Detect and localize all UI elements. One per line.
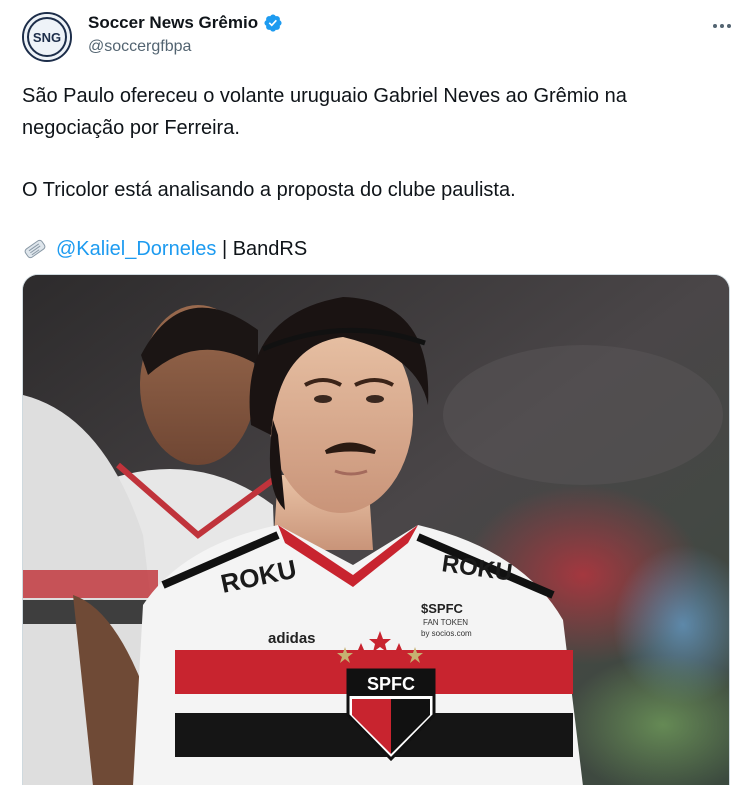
tweet-credit: @Kaliel_Dorneles | BandRS [22, 233, 722, 265]
author-display-name[interactable]: Soccer News Grêmio [88, 13, 258, 33]
tweet-body: São Paulo ofereceu o volante uruguaio Ga… [22, 80, 722, 265]
fan-token-brand-text: $SPFC [421, 601, 464, 616]
fan-token-by-text: by socios.com [421, 629, 472, 638]
avatar-logo-text: SNG [33, 30, 61, 45]
tweet-media-photo[interactable]: ROKU ROKU adidas $SPFC FAN TOKEN by soci… [22, 274, 730, 785]
tweet-paragraph-1: São Paulo ofereceu o volante uruguaio Ga… [22, 85, 627, 139]
tweet-paragraph-2: O Tricolor está analisando a proposta do… [22, 179, 516, 201]
author-block: Soccer News Grêmio @soccergfbpa [88, 13, 283, 56]
tweet-header: SNG Soccer News Grêmio @soccergfbpa [22, 10, 734, 66]
fan-token-label-text: FAN TOKEN [423, 618, 468, 627]
player-photo: ROKU ROKU adidas $SPFC FAN TOKEN by soci… [23, 275, 729, 785]
more-options-icon[interactable] [710, 16, 734, 36]
credit-suffix: | BandRS [216, 238, 308, 260]
mention-link[interactable]: @Kaliel_Dorneles [56, 238, 216, 260]
crest-text: SPFC [367, 674, 415, 694]
newspaper-icon [22, 238, 48, 260]
verified-badge-icon [263, 13, 283, 33]
kit-brand-text: adidas [268, 630, 316, 647]
author-avatar[interactable]: SNG [22, 12, 72, 62]
author-handle[interactable]: @soccergfbpa [88, 38, 283, 56]
